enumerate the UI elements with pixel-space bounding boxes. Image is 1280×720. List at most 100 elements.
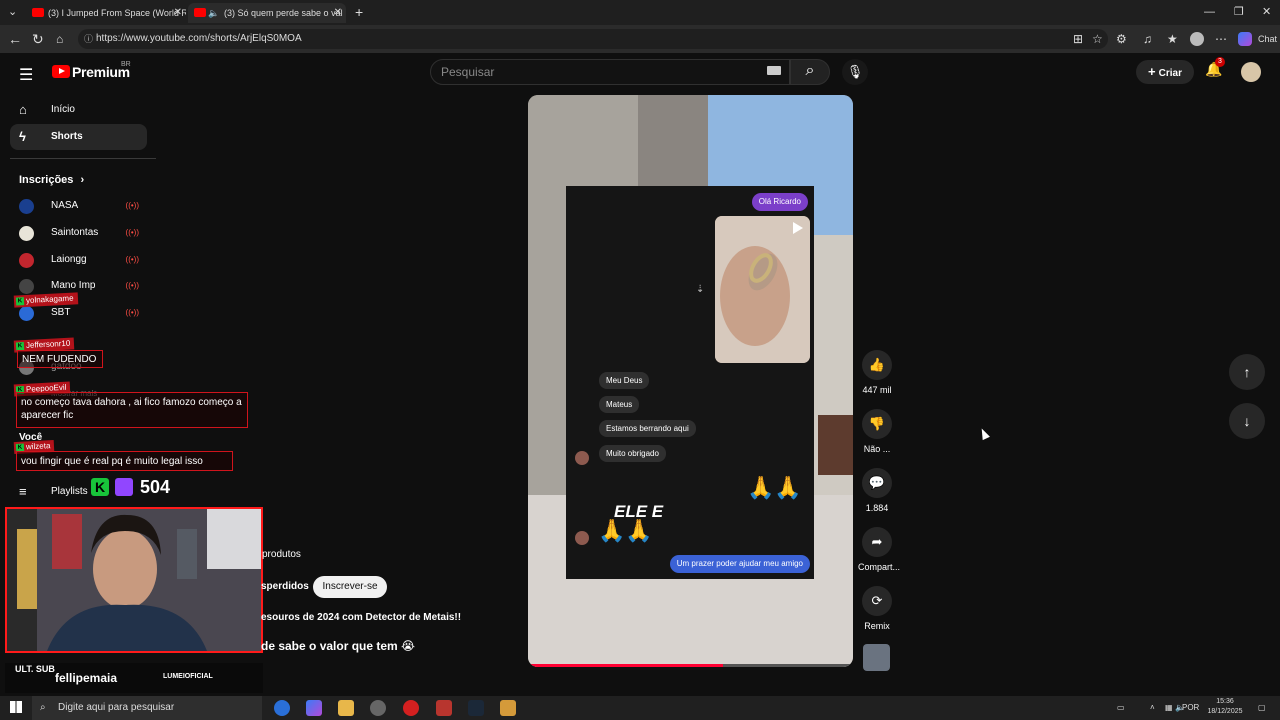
keyboard-icon[interactable]	[767, 66, 781, 75]
live-icon: ((•))	[125, 201, 139, 210]
tab-so-quem-perde[interactable]: 🔈 (3) Só quem perde sabe o val ✕	[188, 3, 346, 23]
sidebar-item-laiongg[interactable]: Laiongg ((•))	[19, 251, 144, 271]
twitch-logo-icon	[115, 478, 133, 496]
close-window-icon[interactable]: ✕	[1262, 0, 1271, 25]
video-progress-fill	[528, 664, 723, 667]
sidebar-item-nasa[interactable]: NASA ((•))	[19, 197, 144, 217]
steam-icon[interactable]	[468, 700, 484, 716]
audio-thumbnail[interactable]	[863, 644, 890, 671]
message-bubble-incoming: Muito obrigado	[599, 445, 666, 462]
subscribe-button[interactable]: Inscrever-se	[313, 576, 387, 598]
windows-taskbar: ⌕ Digite aqui para pesquisar ▭ ˄ ▦ 🔈 POR…	[0, 696, 1280, 720]
maximize-icon[interactable]: ❐	[1234, 0, 1244, 25]
channel-name-fragment[interactable]: sperdidos	[261, 581, 309, 592]
extensions-icon[interactable]: ⚙	[1116, 31, 1127, 47]
new-tab-icon[interactable]: +	[355, 0, 363, 25]
tab-list-icon[interactable]: ⌄	[8, 0, 17, 25]
search-placeholder: Pesquisar	[441, 65, 495, 79]
sidebar-item-shorts[interactable]: ϟ Shorts	[10, 124, 147, 150]
channel-avatar	[19, 226, 34, 241]
chat-message: vou fingir que é real pq é muito legal i…	[16, 451, 233, 471]
network-icon[interactable]: ▦	[1165, 696, 1173, 720]
notifications-button[interactable]: 🔔 3	[1205, 57, 1225, 78]
more-menu-icon[interactable]: ⋯	[1215, 31, 1227, 47]
home-icon[interactable]: ⌂	[56, 30, 63, 48]
message-bubble-incoming: Mateus	[599, 396, 640, 413]
sidebar-item-home[interactable]: ⌂ Início	[10, 97, 147, 123]
obs-icon[interactable]	[370, 700, 386, 716]
comments-button[interactable]: 💬 1.884	[858, 468, 896, 513]
screen-recording-chat: Olá Ricardo ⇣ Meu Deus Mateus Estamos be…	[566, 186, 814, 579]
file-explorer-icon[interactable]	[338, 700, 354, 716]
next-short-button[interactable]: ↓	[1229, 403, 1265, 439]
live-icon: ((•))	[125, 228, 139, 237]
clock-time: 15:36	[1216, 698, 1234, 705]
browser-tab-strip: ⌄ (3) I Jumped From Space (World R ✕ 🔈 (…	[0, 0, 1280, 25]
products-chip[interactable]: produtos	[262, 549, 301, 560]
back-icon[interactable]: ←	[8, 30, 22, 48]
like-button[interactable]: 👍 447 mil	[858, 350, 896, 395]
search-icon: ⌕	[40, 702, 46, 713]
chat-label[interactable]: Chat	[1258, 31, 1277, 47]
arrow-up-icon: ↑	[1243, 364, 1251, 380]
viewer-count: 504	[140, 477, 171, 497]
language-indicator[interactable]: POR	[1182, 696, 1199, 720]
tray-app-icon[interactable]: ▭	[1117, 696, 1125, 720]
live-icon: ((•))	[125, 255, 139, 264]
copilot-app-icon[interactable]	[306, 700, 322, 716]
url-text: https://www.youtube.com/shorts/ArjElqS0M…	[96, 33, 302, 44]
app-available-icon[interactable]: ⊞	[1073, 31, 1083, 47]
remix-label: Remix	[864, 621, 890, 631]
stream-app-icon[interactable]	[436, 700, 452, 716]
site-info-icon[interactable]: ⓘ	[84, 29, 93, 49]
close-tab-icon[interactable]: ✕	[174, 3, 182, 23]
favorites-icon[interactable]: ★	[1167, 31, 1178, 47]
edge-icon[interactable]	[274, 700, 290, 716]
chat-message-text: vou fingir que é real pq é muito legal i…	[21, 456, 203, 467]
video-progress-bar[interactable]	[528, 664, 853, 667]
plus-icon: +	[1148, 64, 1156, 79]
ring-photo-image	[715, 216, 810, 363]
subscriptions-heading[interactable]: Inscrições ›	[19, 174, 84, 186]
share-label: Compart...	[858, 562, 901, 572]
taskbar-search-input[interactable]: ⌕ Digite aqui para pesquisar	[32, 696, 262, 720]
remix-button[interactable]: ⟳ Remix	[858, 586, 896, 631]
kick-badge-icon: K	[15, 297, 25, 306]
previous-short-button[interactable]: ↑	[1229, 354, 1265, 390]
contact-avatar	[575, 451, 589, 465]
streamer-webcam	[5, 507, 263, 653]
tray-expand-icon[interactable]: ˄	[1150, 696, 1155, 720]
collections-icon[interactable]: ♫	[1143, 31, 1152, 47]
taskbar-clock[interactable]: 15:36 18/12/2025	[1203, 697, 1247, 717]
sidebar-item-sbt[interactable]: SBT ((•))	[19, 304, 144, 324]
voice-search-button[interactable]: 🎙	[842, 59, 868, 85]
close-tab-icon[interactable]: ✕	[334, 3, 342, 23]
sidebar-divider	[10, 158, 156, 159]
search-input[interactable]: Pesquisar	[430, 59, 790, 85]
stream-info-bar: ULT. SUB fellipemaia LUMEIOFICIAL	[5, 663, 263, 693]
sidebar-item-saintontas[interactable]: Saintontas ((•))	[19, 224, 144, 244]
streamer-name: fellipemaia	[55, 671, 118, 685]
channel-name: Mano Imp	[51, 280, 96, 291]
menu-icon[interactable]: ☰	[19, 65, 33, 85]
shorts-video-player[interactable]: Olá Ricardo ⇣ Meu Deus Mateus Estamos be…	[528, 95, 853, 667]
game-app-icon[interactable]	[500, 700, 516, 716]
speaker-icon[interactable]: 🔈	[208, 3, 219, 23]
address-toolbar: ← ↻ ⌂ ⓘ https://www.youtube.com/shorts/A…	[0, 25, 1280, 53]
share-button[interactable]: ➦ Compart...	[858, 527, 901, 572]
search-button[interactable]: ⌕	[790, 59, 830, 85]
tab-jumped-from-space[interactable]: (3) I Jumped From Space (World R ✕	[24, 3, 186, 23]
account-avatar[interactable]	[1241, 62, 1261, 82]
create-label: Criar	[1158, 68, 1182, 79]
minimize-icon[interactable]: —	[1204, 0, 1215, 25]
media-player-icon[interactable]	[403, 700, 419, 716]
profile-avatar-icon[interactable]	[1190, 32, 1204, 46]
favorite-star-icon[interactable]: ☆	[1092, 31, 1103, 47]
url-field[interactable]: ⓘ https://www.youtube.com/shorts/ArjElqS…	[78, 29, 1108, 49]
notification-center-icon[interactable]: ▢	[1258, 696, 1266, 720]
dislike-button[interactable]: 👎 Não ...	[858, 409, 896, 454]
copilot-icon[interactable]	[1238, 32, 1252, 46]
windows-start-icon[interactable]	[10, 701, 22, 713]
refresh-icon[interactable]: ↻	[32, 30, 44, 48]
create-button[interactable]: + Criar	[1136, 60, 1194, 84]
